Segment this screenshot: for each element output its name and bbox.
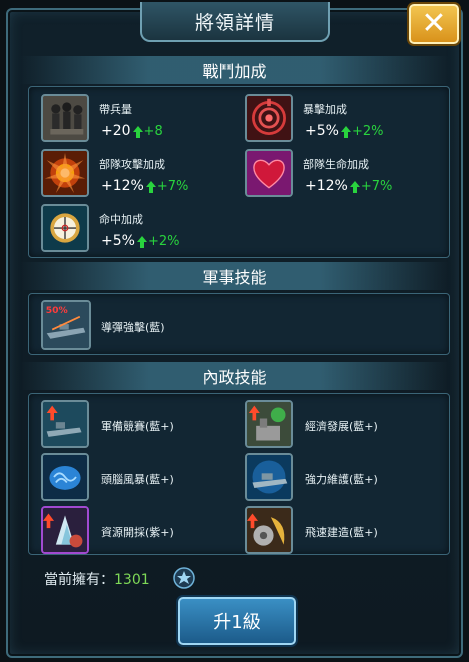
crosshair-icon [41, 204, 89, 252]
section-title-battle: 戰鬥加成 [20, 56, 449, 84]
up-arrow-icon [349, 181, 360, 193]
skill-name: 頭腦風暴(藍+) [101, 473, 174, 486]
missile-ship-icon[interactable]: 50% [41, 300, 91, 350]
soldiers-icon [41, 94, 89, 142]
bonus-name: 部隊攻擊加成 [99, 158, 165, 171]
upgrade-button[interactable]: 升1級 [178, 597, 296, 645]
skill-name: 軍備競賽(藍+) [101, 420, 174, 433]
up-arrow-icon [136, 236, 147, 248]
bonus-name: 暴擊加成 [303, 103, 347, 116]
skill-name: 導彈強擊(藍) [101, 321, 165, 334]
target-icon [245, 94, 293, 142]
up-arrow-icon [132, 126, 143, 138]
mining-icon[interactable] [41, 506, 89, 554]
bonus-value: +12% +7% [305, 178, 393, 194]
domestic-skill-panel: 軍備競賽(藍+) 經濟發展(藍+) 頭腦風暴(藍+) 強力維護(藍+) 資源開採… [28, 393, 450, 555]
economy-icon[interactable] [245, 400, 293, 448]
heart-icon [245, 149, 293, 197]
medal-icon [173, 567, 195, 589]
maintenance-icon[interactable] [245, 453, 293, 501]
skill-name: 強力維護(藍+) [305, 473, 378, 486]
bonus-value: +5% +2% [101, 233, 180, 249]
battle-bonus-panel: 帶兵量 +20 +8 暴擊加成 +5% +2% 部隊攻擊加成 +12% +7% 部隊生… [28, 86, 450, 258]
arms-race-icon[interactable] [41, 400, 89, 448]
skill-badge: 50% [46, 305, 68, 316]
owned-count: 當前擁有：1301 [44, 572, 150, 588]
skill-name: 經濟發展(藍+) [305, 420, 378, 433]
window-title: 將領詳情 [140, 2, 330, 42]
skill-name: 資源開採(紫+) [101, 526, 174, 539]
bonus-name: 命中加成 [99, 213, 143, 226]
up-arrow-icon [340, 126, 351, 138]
section-title-domestic: 內政技能 [20, 362, 449, 390]
bonus-name: 帶兵量 [99, 103, 132, 116]
military-skill-panel: 50% 導彈強擊(藍) [28, 293, 450, 355]
skill-name: 飛速建造(藍+) [305, 526, 378, 539]
construction-icon[interactable] [245, 506, 293, 554]
brain-icon[interactable] [41, 453, 89, 501]
up-arrow-icon [145, 181, 156, 193]
bonus-value: +20 +8 [101, 123, 163, 139]
bonus-value: +12% +7% [101, 178, 189, 194]
section-title-military: 軍事技能 [20, 262, 449, 290]
bonus-value: +5% +2% [305, 123, 384, 139]
close-button[interactable]: ✕ [409, 4, 459, 44]
explosion-icon [41, 149, 89, 197]
bonus-name: 部隊生命加成 [303, 158, 369, 171]
